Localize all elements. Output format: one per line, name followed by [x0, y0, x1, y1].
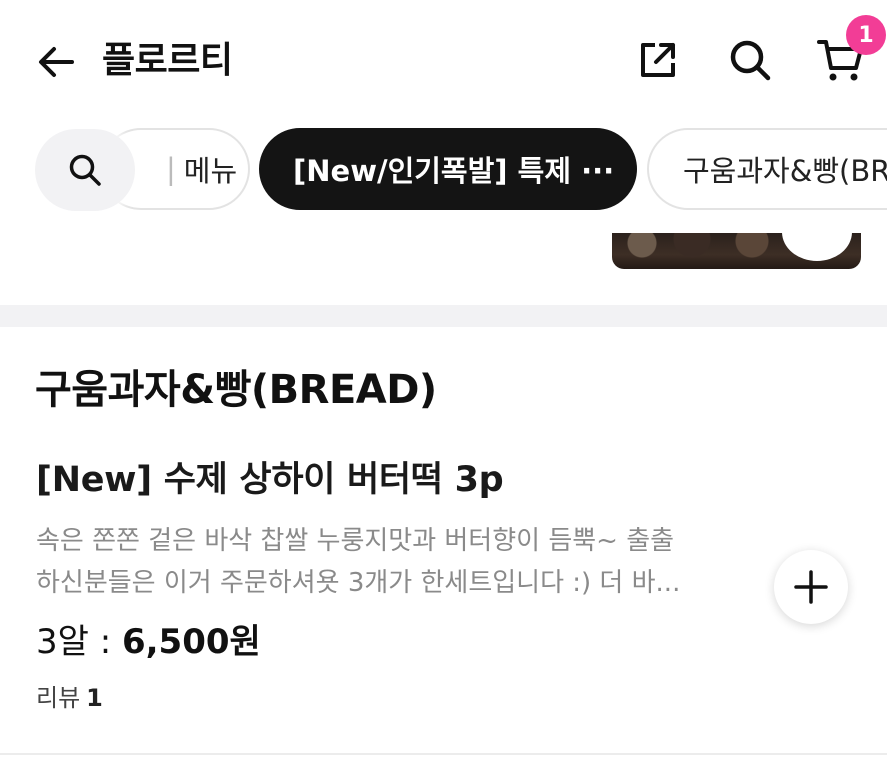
review-label: 리뷰	[36, 684, 81, 712]
back-button[interactable]	[30, 36, 82, 88]
share-external-icon	[641, 43, 675, 77]
item-review: 리뷰 1	[36, 680, 103, 716]
tab-baked-bread[interactable]: 구움과자&빵(BR	[647, 128, 887, 210]
tab-label: [New/인기폭발] 특제 ···	[293, 154, 615, 188]
image-overlay-button	[782, 233, 852, 261]
review-count: 1	[86, 684, 103, 712]
page-title: 플로르티	[102, 40, 233, 81]
price-value: 6,500원	[121, 622, 261, 662]
previous-item-image	[612, 233, 861, 269]
search-button[interactable]	[724, 34, 776, 86]
price-label: 3알 :	[36, 622, 122, 662]
item-name: [New] 수제 상하이 버터떡 3p	[36, 460, 504, 500]
tab-label: 구움과자&빵(BR	[683, 154, 887, 188]
share-button[interactable]	[632, 34, 684, 86]
section-divider	[0, 305, 887, 327]
item-description: 속은 쫀쫀 겉은 바삭 찹쌀 누룽지맛과 버터향이 듬뿍~ 출출 하신분들은 이…	[36, 520, 751, 604]
item-divider	[0, 753, 887, 755]
section-title: 구움과자&빵(BREAD)	[35, 367, 437, 413]
tab-label: 메뉴	[183, 154, 238, 188]
menu-item[interactable]: [New] 수제 상하이 버터떡 3p 속은 쫀쫀 겉은 바삭 찹쌀 누룽지맛과…	[0, 440, 887, 756]
tab-separator: |	[166, 152, 176, 186]
tab-search-button[interactable]	[35, 129, 135, 211]
arrow-left-icon	[39, 47, 74, 77]
add-to-cart-button[interactable]	[774, 550, 848, 624]
item-price: 3알 : 6,500원	[36, 618, 261, 666]
plus-icon	[794, 570, 828, 604]
cart-count-badge: 1	[846, 15, 886, 55]
top-bar: 플로르티 1	[0, 0, 887, 115]
search-icon	[69, 154, 101, 186]
search-icon	[730, 40, 771, 81]
category-tabs: | 메뉴 [New/인기폭발] 특제 ··· 구움과자&빵(BR	[0, 128, 887, 212]
item-description-line: 속은 쫀쫀 겉은 바삭 찹쌀 누룽지맛과 버터향이 듬뿍~ 출출	[36, 526, 675, 556]
item-description-line: 하신분들은 이거 주문하셔욧 3개가 한세트입니다 :) 더 바...	[36, 568, 681, 598]
tab-new-popular[interactable]: [New/인기폭발] 특제 ···	[259, 128, 637, 210]
